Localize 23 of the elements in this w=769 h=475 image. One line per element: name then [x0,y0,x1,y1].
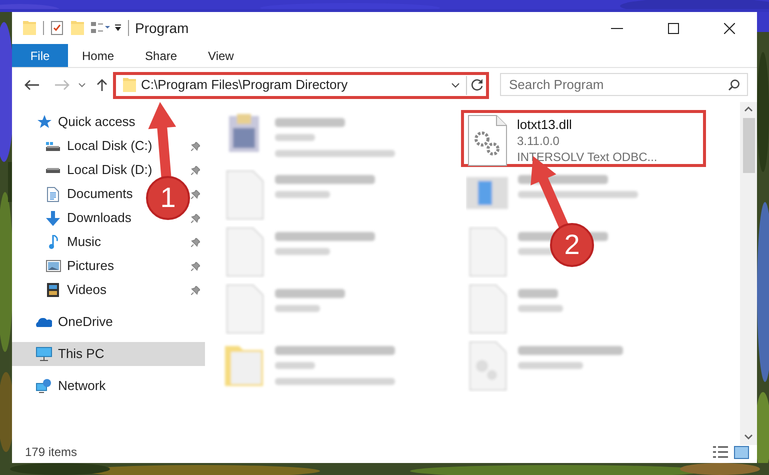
nav-item[interactable]: Local Disk (C:) [45,136,152,156]
file-menu-button[interactable]: File [12,44,68,67]
nav-item[interactable]: Pictures [45,256,114,276]
file-item[interactable]: lotxt13.dll 3.11.0.0 INTERSOLV Text ODBC... [461,110,706,167]
nav-item[interactable]: Quick access [36,112,136,132]
nav-item[interactable]: Videos [45,280,107,300]
address-bar[interactable]: C:\Program Files\Program Directory [113,72,489,98]
window-title: Program [135,18,189,38]
address-path: C:\Program Files\Program Directory [141,76,348,94]
ribbon-tab[interactable]: Home [68,44,128,67]
ribbon-tab[interactable]: Share [131,44,192,67]
nav-item[interactable]: Documents [45,184,133,204]
file-name: lotxt13.dll [517,117,573,133]
ribbon-tab[interactable]: View [194,44,248,67]
search-field[interactable]: Search Program [500,73,748,96]
nav-item[interactable]: Downloads [45,208,132,228]
nav-item[interactable]: OneDrive [36,312,113,332]
item-count: 179 items [25,444,78,461]
file-detail: INTERSOLV Text ODBC... [517,149,658,165]
nav-item[interactable]: Music [45,232,101,252]
nav-item[interactable]: Network [36,376,106,396]
file-detail: 3.11.0.0 [517,133,560,149]
nav-item[interactable]: This PC [36,344,104,364]
